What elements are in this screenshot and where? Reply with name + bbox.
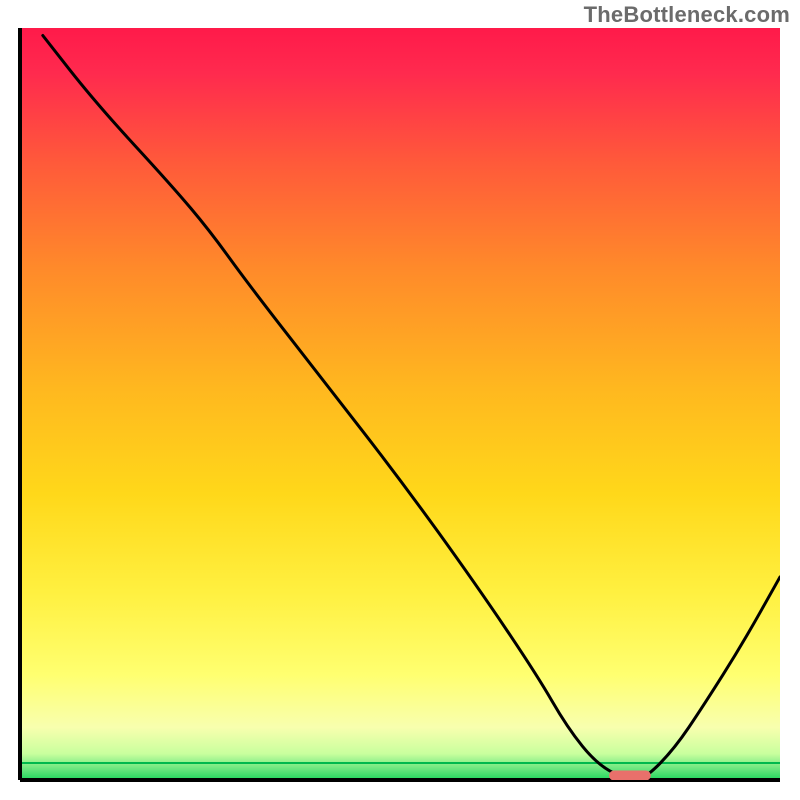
- optimum-marker: [609, 771, 651, 781]
- watermark-text: TheBottleneck.com: [584, 2, 790, 28]
- chart-svg: [0, 0, 800, 800]
- gradient-background: [20, 28, 780, 780]
- chart-container: TheBottleneck.com: [0, 0, 800, 800]
